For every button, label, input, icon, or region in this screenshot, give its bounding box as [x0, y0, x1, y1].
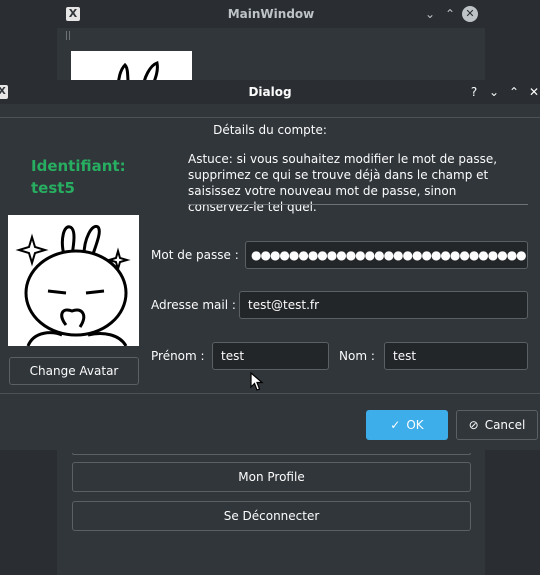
- dialog-title: Dialog: [248, 85, 292, 99]
- close-icon[interactable]: ✕: [462, 6, 478, 22]
- cancel-button[interactable]: ⊘ Cancel: [456, 410, 538, 440]
- main-window-title: MainWindow: [227, 7, 315, 21]
- password-hint-text: Astuce: si vous souhaitez modifier le mo…: [188, 152, 498, 214]
- close-icon[interactable]: ✕: [526, 84, 540, 100]
- toolbar-grip[interactable]: [66, 31, 70, 40]
- cancel-icon: ⊘: [468, 418, 479, 432]
- change-avatar-button[interactable]: Change Avatar: [9, 357, 139, 385]
- mon-profile-button[interactable]: Mon Profile: [72, 462, 471, 492]
- prenom-label: Prénom :: [151, 349, 205, 363]
- minimize-icon[interactable]: ⌄: [486, 84, 502, 100]
- groupbox-title: Détails du compte:: [213, 123, 327, 137]
- dialog-titlebar: X Dialog ? ⌄ ⌃ ✕: [0, 80, 540, 104]
- ok-label: OK: [406, 418, 424, 432]
- check-icon: ✓: [390, 418, 401, 432]
- nom-field[interactable]: test: [384, 342, 528, 370]
- help-icon[interactable]: ?: [466, 84, 482, 100]
- identifiant-label: Identifiant: test5: [31, 157, 126, 197]
- prenom-field[interactable]: test: [212, 342, 329, 370]
- se-deconnecter-button[interactable]: Se Déconnecter: [72, 501, 471, 531]
- password-label: Mot de passe :: [151, 248, 239, 262]
- avatar-image: [8, 215, 139, 346]
- separator-line: [188, 204, 528, 205]
- email-label: Adresse mail :: [151, 298, 236, 312]
- cancel-label: Cancel: [484, 418, 526, 432]
- app-icon: X: [66, 7, 80, 21]
- maximize-icon[interactable]: ⌃: [442, 6, 458, 22]
- maximize-icon[interactable]: ⌃: [506, 84, 522, 100]
- mouse-cursor-icon: [250, 371, 264, 395]
- hidden-button-edge: [72, 453, 471, 455]
- ok-button[interactable]: ✓ OK: [366, 410, 448, 440]
- nom-label: Nom :: [339, 349, 375, 363]
- minimize-icon[interactable]: ⌄: [422, 6, 438, 22]
- email-field[interactable]: test@test.fr: [239, 291, 528, 319]
- account-dialog: X Dialog ? ⌄ ⌃ ✕ Détails du compte: Iden…: [0, 80, 540, 450]
- password-field[interactable]: ●●●●●●●●●●●●●●●●●●●●●●●●●●●●●: [245, 241, 528, 269]
- main-titlebar: MainWindow X ⌄ ⌃ ✕: [57, 0, 485, 28]
